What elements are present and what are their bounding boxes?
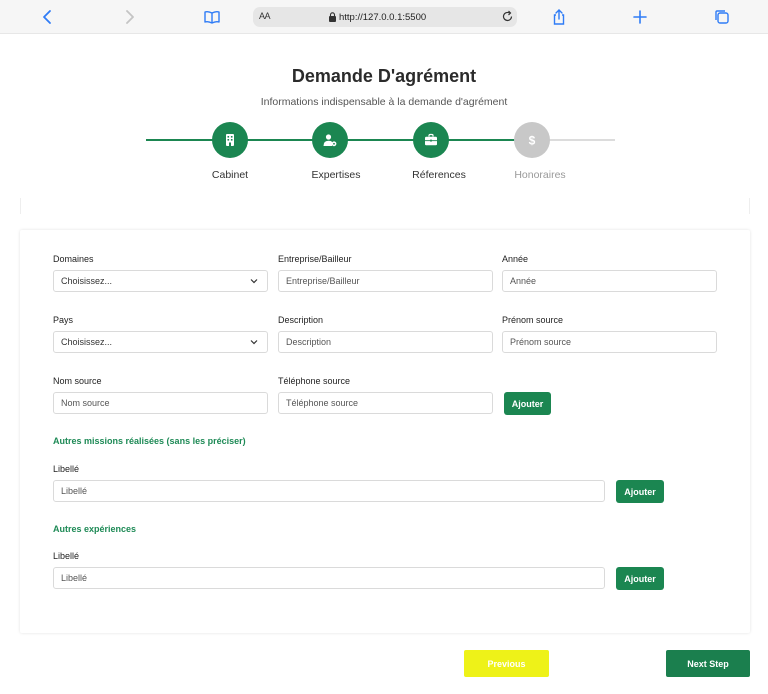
briefcase-icon [425,133,437,146]
url-text: http://127.0.0.1:5500 [339,12,427,23]
missions-libelle-input[interactable]: Libellé [53,480,605,502]
bookmarks-icon[interactable] [201,6,223,28]
entreprise-label: Entreprise/Bailleur [278,254,352,264]
step-label-cabinet: Cabinet [211,169,249,181]
entreprise-input[interactable]: Entreprise/Bailleur [278,270,493,292]
add-mission-button[interactable]: Ajouter [616,480,664,503]
telephone-source-input[interactable]: Téléphone source [278,392,493,414]
pays-selected-value: Choisissez... [61,337,113,347]
next-step-button[interactable]: Next Step [666,650,750,677]
user-gear-icon [323,134,337,147]
experiences-libelle-input[interactable]: Libellé [53,567,605,589]
previous-button[interactable]: Previous [464,650,549,677]
experiences-libelle-label: Libellé [53,551,80,561]
nom-source-input[interactable]: Nom source [53,392,268,414]
annee-input[interactable]: Année [502,270,717,292]
chevron-down-icon [250,279,258,284]
forward-icon[interactable] [118,6,140,28]
step-label-expertises: Expertises [311,169,361,181]
domaines-select[interactable]: Choisissez... [53,270,268,292]
building-icon [226,134,234,146]
chevron-down-icon [250,340,258,345]
tabs-icon[interactable] [711,6,733,28]
page-title: Demande D'agrément [291,66,477,86]
step-expertises[interactable] [312,122,348,158]
missions-section-title: Autres missions réalisées (sans les préc… [53,436,246,446]
reload-icon[interactable] [501,10,514,23]
lock-icon [329,12,336,22]
description-label: Description [278,315,324,325]
new-tab-icon[interactable] [629,6,651,28]
add-experience-button[interactable]: Ajouter [616,567,664,590]
step-references[interactable] [413,122,449,158]
step-label-references: Réferences [412,169,466,181]
dollar-icon: $ [529,134,536,148]
step-cabinet[interactable] [212,122,248,158]
browser-toolbar: AA http://127.0.0.1:5500 [0,0,768,34]
step-label-honoraires: Honoraires [514,169,566,181]
pays-select[interactable]: Choisissez... [53,331,268,353]
missions-libelle-label: Libellé [53,464,80,474]
card-top-edge [20,198,750,214]
domaines-selected-value: Choisissez... [61,276,113,286]
step-honoraires[interactable]: $ [514,122,550,158]
back-icon[interactable] [37,6,59,28]
svg-text:$: $ [529,134,536,148]
share-icon[interactable] [548,6,570,28]
annee-label: Année [502,254,529,264]
prenom-source-label: Prénom source [502,315,564,325]
pays-label: Pays [53,315,74,325]
page-subtitle: Informations indispensable à la demande … [260,96,508,108]
description-input[interactable]: Description [278,331,493,353]
telephone-source-label: Téléphone source [278,376,351,386]
nom-source-label: Nom source [53,376,102,386]
prenom-source-input[interactable]: Prénom source [502,331,717,353]
add-reference-button[interactable]: Ajouter [504,392,551,415]
domaines-label: Domaines [53,254,94,264]
address-bar[interactable]: AA http://127.0.0.1:5500 [253,7,517,27]
experiences-section-title: Autres expériences [53,524,137,534]
text-size-button[interactable]: AA [259,11,271,21]
